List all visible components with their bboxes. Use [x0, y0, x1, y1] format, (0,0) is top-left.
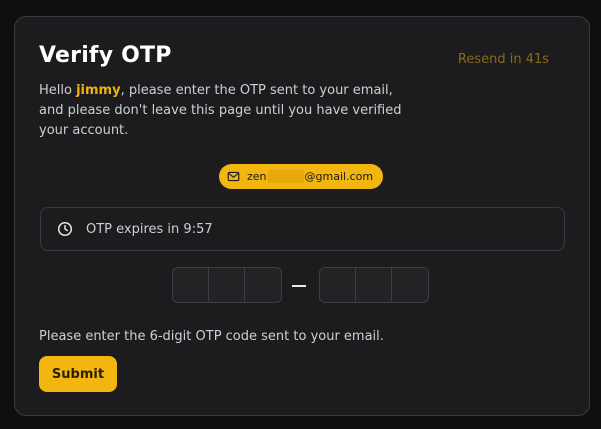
- clock-icon: [57, 221, 73, 237]
- otp-separator: [292, 285, 306, 287]
- otp-digit-6[interactable]: [392, 268, 428, 302]
- otp-hint-text: Please enter the 6-digit OTP code sent t…: [39, 329, 384, 344]
- intro-greeting: Hello: [39, 83, 77, 98]
- email-prefix: zen: [247, 170, 267, 183]
- email-badge: zen @gmail.com: [219, 164, 384, 189]
- email-redaction: [267, 170, 304, 183]
- otp-group-second: [319, 267, 429, 303]
- otp-expiry-label: OTP expires in 9:57: [86, 221, 213, 237]
- intro-text: Hello jimmy, please enter the OTP sent t…: [39, 81, 419, 141]
- submit-button[interactable]: Submit: [39, 356, 117, 392]
- otp-digit-2[interactable]: [209, 268, 245, 302]
- verify-otp-card: Verify OTP Resend in 41s Hello jimmy, pl…: [14, 16, 590, 416]
- otp-digit-1[interactable]: [173, 268, 209, 302]
- otp-digit-3[interactable]: [245, 268, 281, 302]
- intro-username: jimmy: [76, 83, 121, 98]
- otp-expiry-panel: OTP expires in 9:57: [40, 207, 565, 251]
- resend-countdown[interactable]: Resend in 41s: [458, 52, 549, 67]
- otp-digit-4[interactable]: [320, 268, 356, 302]
- page-title: Verify OTP: [39, 43, 172, 68]
- mail-icon: [227, 170, 240, 183]
- otp-digit-5[interactable]: [356, 268, 392, 302]
- email-suffix: @gmail.com: [304, 170, 374, 183]
- otp-group-first: [172, 267, 282, 303]
